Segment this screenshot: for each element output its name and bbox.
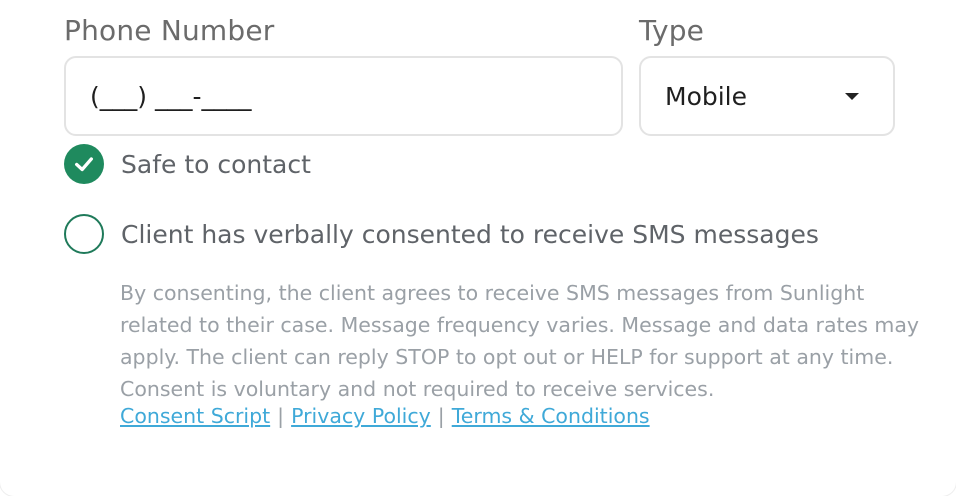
- privacy-policy-link[interactable]: Privacy Policy: [291, 404, 431, 428]
- checkmark-icon: [75, 157, 93, 172]
- sms-consent-disclaimer: By consenting, the client agrees to rece…: [120, 281, 920, 401]
- link-separator: |: [277, 404, 285, 428]
- type-select-value: Mobile: [665, 81, 748, 111]
- phone-number-input[interactable]: [66, 58, 621, 134]
- phone-number-label: Phone Number: [64, 14, 275, 47]
- caret-down-icon: [845, 92, 859, 100]
- safe-to-contact-option[interactable]: Safe to contact: [64, 144, 311, 184]
- consent-links: Consent Script | Privacy Policy | Terms & Co…: [120, 404, 650, 428]
- phone-number-field[interactable]: [64, 56, 623, 136]
- safe-to-contact-checkbox[interactable]: [64, 144, 104, 184]
- sms-consent-checkbox[interactable]: [64, 214, 104, 254]
- link-separator: |: [437, 404, 445, 428]
- phone-form-card: Phone Number Type Mobile Safe to contact…: [0, 0, 956, 496]
- consent-script-link[interactable]: Consent Script: [120, 404, 270, 428]
- terms-conditions-link[interactable]: Terms & Conditions: [452, 404, 650, 428]
- type-label: Type: [639, 14, 705, 47]
- safe-to-contact-label: Safe to contact: [121, 149, 311, 179]
- sms-consent-option[interactable]: Client has verbally consented to receive…: [64, 214, 819, 254]
- sms-consent-label: Client has verbally consented to receive…: [121, 219, 819, 249]
- type-select[interactable]: Mobile: [639, 56, 895, 136]
